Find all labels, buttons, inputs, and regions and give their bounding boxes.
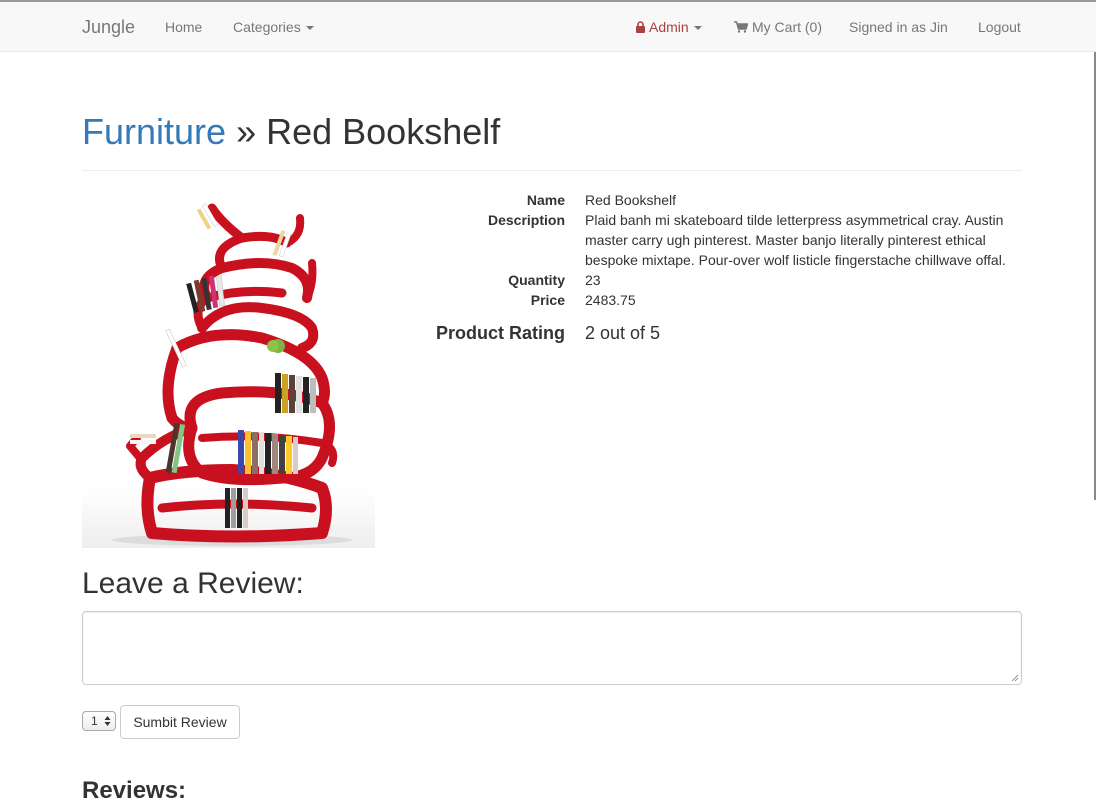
product-details: Name Red Bookshelf Description Plaid ban…: [420, 190, 1040, 346]
price-value: 2483.75: [585, 292, 636, 308]
nav-cart-link[interactable]: My Cart (0): [734, 2, 822, 52]
up-down-arrows-icon: [104, 716, 111, 726]
review-textarea[interactable]: [82, 611, 1022, 685]
rating-select[interactable]: 1: [82, 711, 116, 731]
description-label: Description: [487, 212, 565, 228]
name-label: Name: [526, 192, 565, 208]
signed-in-user-link[interactable]: Signed in as Jin: [849, 2, 948, 52]
categories-label: Categories: [233, 19, 301, 35]
caret-down-icon: [693, 26, 702, 31]
admin-label: Admin: [649, 19, 689, 35]
price-label: Price: [530, 292, 565, 308]
description-value: Plaid banh mi skateboard tilde letterpre…: [585, 212, 1006, 268]
nav-categories-dropdown[interactable]: Categories: [233, 2, 314, 52]
title-divider: [82, 170, 1022, 171]
nav-home-link[interactable]: Home: [165, 2, 202, 52]
quantity-label: Quantity: [508, 272, 565, 288]
lock-icon: [636, 21, 645, 33]
caret-down-icon: [305, 26, 314, 31]
logout-link[interactable]: Logout: [978, 2, 1021, 52]
resize-handle-icon[interactable]: [1011, 674, 1019, 682]
detail-row-name: Name Red Bookshelf: [420, 190, 1040, 210]
detail-row-description: Description Plaid banh mi skateboard til…: [420, 210, 1040, 270]
navbar: Jungle Home Categories Admin My Cart (0)…: [0, 2, 1096, 52]
product-image: [82, 203, 375, 548]
cart-label: My Cart (0): [752, 19, 822, 35]
name-value: Red Bookshelf: [585, 192, 677, 208]
submit-review-button[interactable]: Sumbit Review: [120, 705, 240, 739]
page-title: Furniture » Red Bookshelf: [82, 110, 500, 154]
detail-row-quantity: Quantity 23: [420, 270, 1040, 290]
quantity-value: 23: [585, 272, 601, 288]
detail-row-price: Price 2483.75: [420, 290, 1040, 310]
breadcrumb-separator: »: [226, 111, 267, 152]
rating-select-value: 1: [91, 714, 98, 728]
rating-value: 2 out of 5: [585, 323, 661, 343]
leave-review-heading: Leave a Review:: [82, 567, 304, 600]
reviews-heading: Reviews:: [82, 777, 187, 804]
detail-row-rating: Product Rating 2 out of 5: [420, 320, 1040, 346]
brand-link[interactable]: Jungle: [82, 2, 135, 52]
product-title: Red Bookshelf: [266, 111, 501, 152]
rating-label: Product Rating: [436, 323, 565, 343]
shopping-cart-icon: [734, 21, 748, 33]
nav-admin-dropdown[interactable]: Admin: [636, 2, 702, 52]
category-link[interactable]: Furniture: [82, 111, 226, 152]
